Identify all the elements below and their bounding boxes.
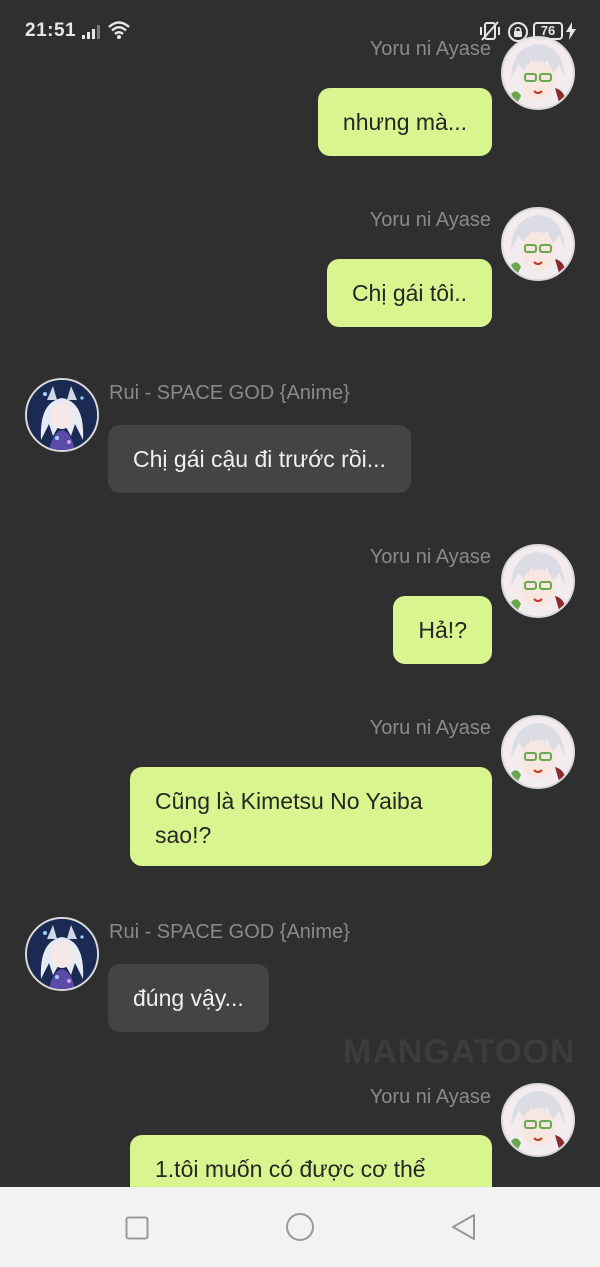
chat-screen: Yoru ni Ayase nhưng mà... Yoru ni Ayase … xyxy=(0,0,600,1267)
avatar-yoru[interactable] xyxy=(501,715,575,789)
back-icon[interactable] xyxy=(450,1213,476,1246)
vibrate-off-icon xyxy=(478,20,502,47)
avatar-rui[interactable] xyxy=(25,378,99,452)
sender-name: Yoru ni Ayase xyxy=(369,546,491,568)
lock-rotation-icon xyxy=(507,21,529,48)
sender-name: Rui - SPACE GOD {Anime} xyxy=(109,921,350,943)
message-bubble-received[interactable]: Chị gái cậu đi trước rồi... xyxy=(108,425,411,493)
signal-icon xyxy=(82,24,102,45)
sender-name: Rui - SPACE GOD {Anime} xyxy=(109,382,350,404)
avatar-yoru[interactable] xyxy=(501,207,575,281)
message-bubble-sent[interactable]: Chị gái tôi.. xyxy=(326,259,492,327)
message-bubble-sent[interactable]: 1.tôi muốn có được cơ thể xyxy=(130,1135,492,1187)
battery-icon: 76 xyxy=(533,22,563,40)
message-bubble-sent[interactable]: Hả!? xyxy=(393,596,492,664)
watermark: MANGATOON xyxy=(343,1033,576,1071)
message-bubble-sent[interactable]: Cũng là Kimetsu No Yaiba sao!? xyxy=(130,767,492,866)
battery-level: 76 xyxy=(540,23,556,38)
avatar-yoru[interactable] xyxy=(501,544,575,618)
avatar-rui[interactable] xyxy=(25,917,99,991)
sender-name: Yoru ni Ayase xyxy=(369,717,491,739)
home-icon[interactable] xyxy=(285,1212,315,1247)
status-time: 21:51 xyxy=(25,20,77,41)
message-bubble-sent[interactable]: nhưng mà... xyxy=(317,88,492,156)
sender-name: Yoru ni Ayase xyxy=(369,209,491,231)
recent-apps-icon[interactable] xyxy=(125,1216,149,1245)
chat-thread[interactable]: Yoru ni Ayase nhưng mà... Yoru ni Ayase … xyxy=(0,0,600,1187)
status-bar: 21:51 76 xyxy=(0,0,600,64)
sender-name: Yoru ni Ayase xyxy=(369,1086,491,1108)
message-bubble-received[interactable]: đúng vậy... xyxy=(108,964,269,1032)
charging-bolt-icon xyxy=(566,22,576,45)
wifi-icon xyxy=(107,20,131,45)
avatar-yoru[interactable] xyxy=(501,1083,575,1157)
